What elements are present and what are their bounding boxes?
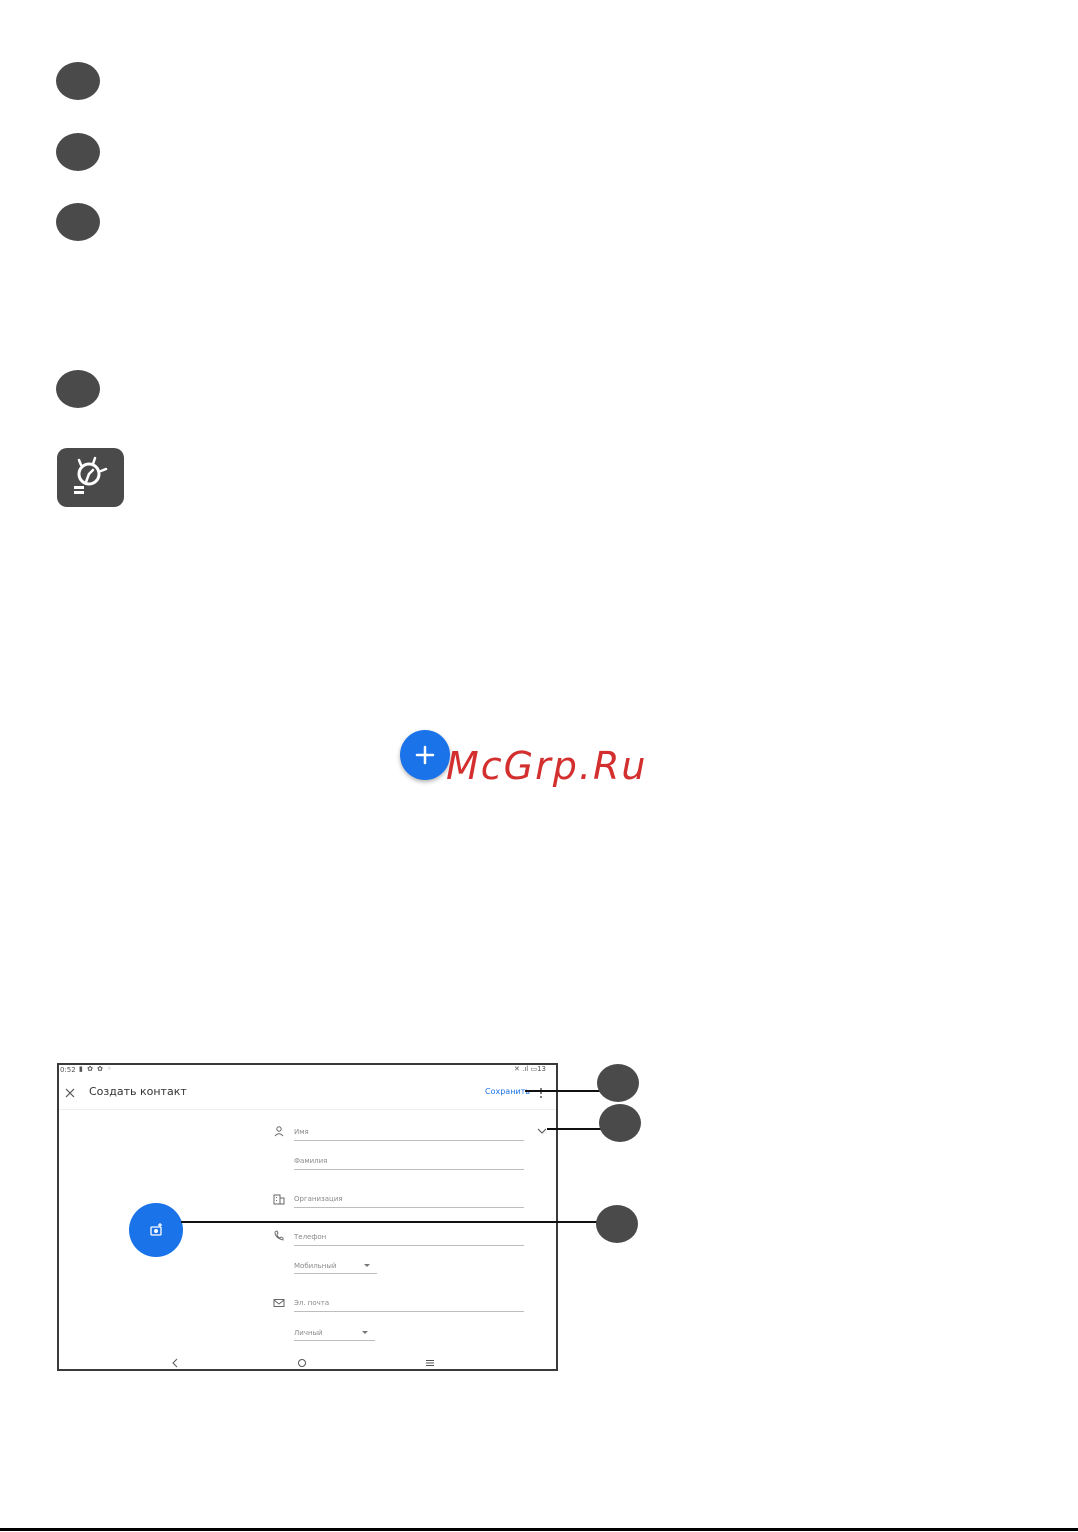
- add-photo-icon: [150, 1223, 162, 1236]
- email-type-dropdown-icon: [362, 1331, 368, 1334]
- save-button[interactable]: Сохранить: [485, 1087, 530, 1096]
- status-bar: 0:52 ▮ ✿ ✿ ◦ ✕ .ıl ▭13: [59, 1065, 556, 1077]
- add-photo-button[interactable]: [129, 1203, 183, 1257]
- phone-field[interactable]: Телефон: [294, 1233, 326, 1241]
- phone-type-select[interactable]: Мобильный: [294, 1262, 336, 1270]
- more-vert-icon[interactable]: [539, 1086, 543, 1100]
- contact-editor-screenshot: 0:52 ▮ ✿ ✿ ◦ ✕ .ıl ▭13 Создать контакт С…: [57, 1063, 558, 1371]
- battery-level: 13: [537, 1065, 546, 1073]
- phone-underline: [294, 1245, 524, 1246]
- page-title: Создать контакт: [89, 1085, 187, 1098]
- callout-marker-3: [596, 1205, 638, 1243]
- phone-type-underline: [294, 1273, 377, 1274]
- email-field[interactable]: Эл. почта: [294, 1299, 329, 1307]
- app-bar: Создать контакт Сохранить: [59, 1077, 556, 1110]
- first-name-field[interactable]: Имя: [294, 1128, 309, 1136]
- callout-line-3: [181, 1221, 598, 1223]
- callout-marker-1: [597, 1064, 639, 1102]
- back-icon[interactable]: [171, 1358, 179, 1368]
- chevron-down-icon[interactable]: [537, 1128, 547, 1135]
- notification-icons: ▮ ✿ ✿ ◦: [79, 1065, 113, 1073]
- watermark-text: McGrp.Ru: [446, 744, 648, 788]
- phone-icon: [274, 1230, 284, 1241]
- email-underline: [294, 1311, 524, 1312]
- system-icons: ✕ .ıl ▭13: [514, 1065, 546, 1073]
- company-field[interactable]: Организация: [294, 1195, 343, 1203]
- step-marker-1: [56, 62, 100, 100]
- callout-marker-2: [599, 1104, 641, 1142]
- navigation-bar: [59, 1356, 556, 1369]
- plus-icon: [415, 745, 435, 765]
- last-name-field[interactable]: Фамилия: [294, 1157, 327, 1165]
- step-marker-4: [56, 370, 100, 408]
- add-contact-button[interactable]: [400, 730, 450, 780]
- email-type-select[interactable]: Личный: [294, 1329, 323, 1337]
- tip-box: [57, 448, 124, 507]
- lightbulb-icon: [74, 456, 108, 494]
- company-underline: [294, 1207, 524, 1208]
- home-icon[interactable]: [297, 1358, 307, 1368]
- close-icon[interactable]: [63, 1086, 77, 1100]
- last-name-underline: [294, 1169, 524, 1170]
- person-icon: [274, 1126, 284, 1137]
- business-icon: [273, 1194, 285, 1205]
- first-name-underline: [294, 1140, 524, 1141]
- email-type-underline: [294, 1340, 375, 1341]
- callout-line-1: [525, 1090, 600, 1092]
- menu-icon[interactable]: [425, 1358, 435, 1368]
- step-marker-2: [56, 133, 100, 171]
- callout-line-2: [547, 1128, 602, 1130]
- step-marker-3: [56, 203, 100, 241]
- page-bottom-rule: [0, 1528, 1078, 1531]
- email-icon: [273, 1299, 285, 1307]
- phone-type-dropdown-icon: [364, 1264, 370, 1267]
- status-time: 0:52: [60, 1066, 76, 1074]
